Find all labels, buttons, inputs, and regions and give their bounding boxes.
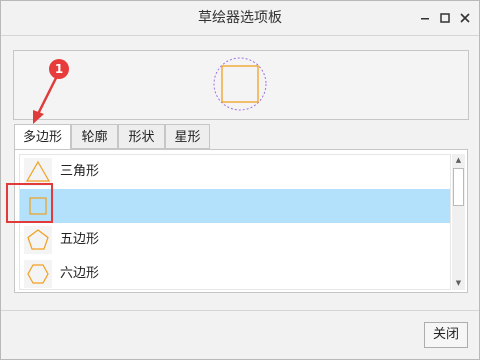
- annotation-arrow-icon: [33, 75, 59, 124]
- annotation-step-badge: 1: [49, 59, 69, 79]
